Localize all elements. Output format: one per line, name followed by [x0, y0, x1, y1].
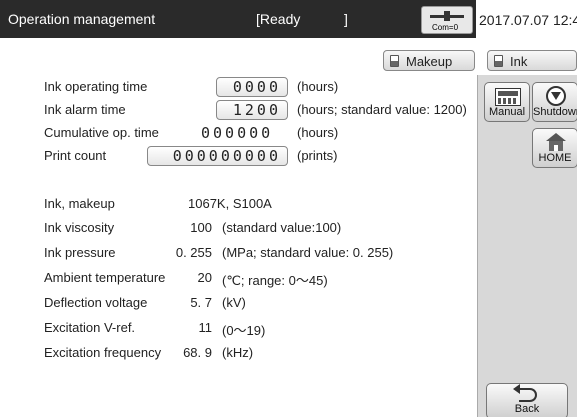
ink-alarm-time-value[interactable]: 1200	[216, 100, 288, 120]
ambient-temperature-value: 20	[197, 270, 212, 285]
counter-label: Print count	[44, 148, 107, 163]
communication-icon[interactable]: Com=0	[421, 6, 473, 34]
shutdown-label: Shutdown	[533, 106, 577, 118]
info-label: Excitation frequency	[44, 345, 162, 360]
manual-icon	[495, 88, 521, 106]
info-label: Ink pressure	[44, 245, 116, 260]
tab-ink[interactable]: Ink	[487, 50, 577, 71]
info-unit: (℃; range: 0〜45)	[222, 273, 328, 288]
counter-row-ink-operating-time: Ink operating time 0000 (hours)	[0, 77, 477, 99]
info-row-ink-pressure: Ink pressure 0. 255 (MPa; standard value…	[0, 245, 477, 263]
info-unit: (0〜19)	[222, 323, 266, 338]
deflection-voltage-value: 5. 7	[190, 295, 212, 310]
info-row-excitation-vref: Excitation V-ref. 11 (0〜19)	[0, 320, 477, 338]
cumulative-op-time-value: 000000	[201, 124, 274, 142]
shutdown-icon	[546, 86, 566, 106]
counter-label: Ink alarm time	[44, 102, 126, 117]
info-row-ink-makeup: Ink, makeup 1067K, S100A	[0, 196, 477, 214]
title-bar: Operation management [Ready ]	[0, 0, 476, 38]
ink-operating-time-value[interactable]: 0000	[216, 77, 288, 97]
home-icon	[546, 133, 566, 151]
plug-icon	[430, 11, 464, 21]
com-label: Com=0	[432, 23, 459, 32]
info-unit: (standard value:100)	[222, 220, 342, 235]
info-unit: (kV)	[222, 295, 246, 310]
counter-label: Cumulative op. time	[44, 125, 159, 140]
info-label: Ink, makeup	[44, 196, 115, 211]
ink-viscosity-value: 100	[190, 220, 212, 235]
header-bar: Operation management [Ready ] Com=0 2017…	[0, 0, 577, 38]
counter-row-cumulative-op-time: Cumulative op. time 000000 (hours)	[0, 123, 477, 145]
back-arrow-icon	[513, 384, 537, 402]
info-label: Ink viscosity	[44, 220, 115, 235]
info-label: Excitation V-ref.	[44, 320, 136, 335]
bottle-icon	[494, 55, 503, 67]
counter-unit: (prints)	[297, 148, 338, 163]
ink-pressure-value: 0. 255	[175, 245, 212, 260]
tab-ink-label: Ink	[510, 54, 528, 69]
info-label: Ambient temperature	[44, 270, 166, 285]
home-button[interactable]: HOME	[532, 128, 577, 168]
info-row-excitation-frequency: Excitation frequency 68. 9 (kHz)	[0, 345, 477, 363]
counter-unit: (hours)	[297, 125, 339, 140]
info-unit: (kHz)	[222, 345, 254, 360]
shutdown-button[interactable]: Shutdown	[532, 82, 577, 122]
info-unit: (MPa; standard value: 0. 255)	[222, 245, 394, 260]
tab-makeup[interactable]: Makeup	[383, 50, 475, 71]
bottle-icon	[390, 55, 399, 67]
page-title: Operation management	[8, 11, 156, 27]
counter-label: Ink operating time	[44, 79, 148, 94]
side-panel: Manual Shutdown HOME Back	[477, 75, 577, 417]
excitation-vref-value: 11	[198, 320, 213, 335]
print-count-value[interactable]: 000000000	[147, 146, 288, 166]
back-button[interactable]: Back	[486, 383, 568, 417]
info-row-deflection-voltage: Deflection voltage 5. 7 (kV)	[0, 295, 477, 313]
manual-label: Manual	[488, 106, 526, 118]
tab-makeup-label: Makeup	[406, 54, 453, 69]
info-label: Deflection voltage	[44, 295, 148, 310]
counter-unit: (hours; standard value: 1200)	[297, 102, 467, 117]
status-bracket: ]	[344, 11, 348, 27]
datetime: 2017.07.07 12:45	[479, 12, 577, 28]
ink-makeup-value: 1067K, S100A	[188, 196, 272, 211]
excitation-frequency-value: 68. 9	[183, 345, 212, 360]
info-row-ambient-temperature: Ambient temperature 20 (℃; range: 0〜45)	[0, 270, 477, 288]
back-label: Back	[514, 403, 540, 415]
counter-row-ink-alarm-time: Ink alarm time 1200 (hours; standard val…	[0, 100, 477, 122]
status-text: [Ready	[256, 11, 301, 27]
counter-unit: (hours)	[297, 79, 339, 94]
counter-row-print-count: Print count 000000000 (prints)	[0, 146, 477, 168]
home-label: HOME	[538, 152, 572, 164]
info-row-ink-viscosity: Ink viscosity 100 (standard value:100)	[0, 220, 477, 238]
manual-button[interactable]: Manual	[484, 82, 530, 122]
